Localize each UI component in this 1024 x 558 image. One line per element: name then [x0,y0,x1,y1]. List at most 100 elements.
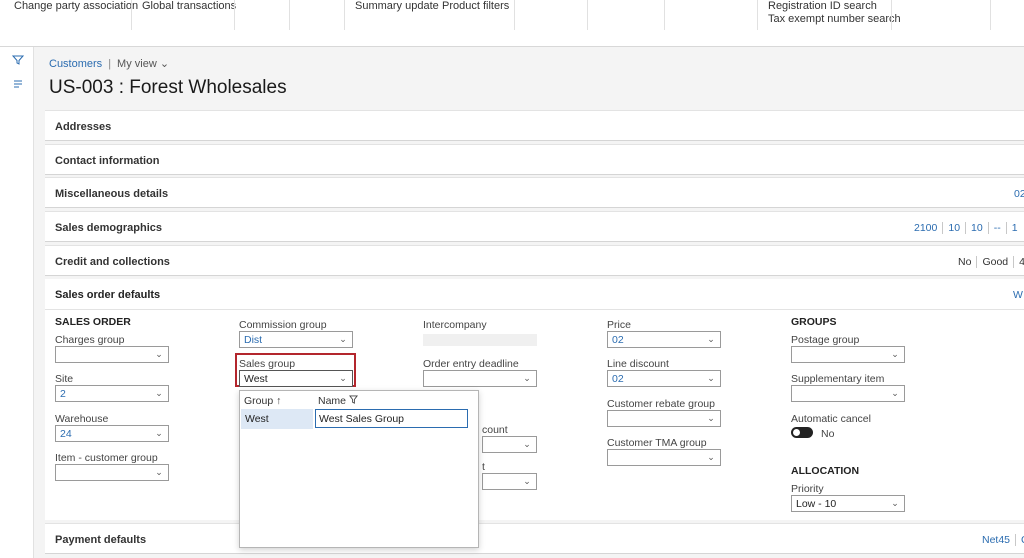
global-transactions-button[interactable]: Global transactions [142,0,236,12]
fasttab-payment-summary: Net45CH [977,534,1024,546]
fasttab-payment-defaults[interactable]: Payment defaults Net45CH [45,523,1024,554]
warehouse-value: 24 [60,428,72,440]
lookup-row[interactable]: West West Sales Group [241,409,477,429]
fasttab-credit-summary: No Good 4 [953,256,1024,268]
page-title: US-003 : Forest Wholesales [49,77,287,98]
line-discount-combo[interactable]: 02 ⌄ [607,370,721,387]
summary-value: 1 [1011,222,1018,234]
allocation-heading: ALLOCATION [791,465,860,477]
chevron-down-icon: ⌄ [707,334,715,344]
order-entry-deadline-combo[interactable]: ⌄ [423,370,537,387]
ribbon-divider [587,0,588,30]
sales-group-label: Sales group [239,358,296,370]
partial-field-label: t [482,461,485,473]
commission-group-value: Dist [244,334,263,346]
fasttab-payment-title: Payment defaults [55,534,147,546]
line-discount-value: 02 [612,373,624,385]
customer-rebate-group-combo[interactable]: ⌄ [607,410,721,427]
fasttab-sales-order-summary: W [1013,289,1023,301]
fasttab-sales-order-defaults-title[interactable]: Sales order defaults [55,289,160,301]
supplementary-item-combo[interactable]: ⌄ [791,385,905,402]
product-filters-button[interactable]: Product filters [442,0,509,12]
chevron-down-icon: ⌄ [707,373,715,383]
warehouse-label: Warehouse [55,413,109,425]
priority-value: Low - 10 [796,498,837,510]
site-value: 2 [60,388,66,400]
view-selector-label: My view [117,58,157,70]
sales-group-value: West [244,373,268,385]
priority-label: Priority [791,483,824,495]
customer-tma-group-combo[interactable]: ⌄ [607,449,721,466]
chevron-down-icon: ⌄ [523,439,531,449]
ribbon-divider [664,0,665,30]
commission-group-label: Commission group [239,319,327,331]
chevron-down-icon: ⌄ [891,388,899,398]
partial-field-combo[interactable]: ⌄ [482,473,537,490]
item-customer-group-combo[interactable]: ⌄ [55,464,169,481]
column-label: Name [318,395,347,407]
partial-field-combo[interactable]: ⌄ [482,436,537,453]
fasttab-sales-demographics[interactable]: Sales demographics 2100 10 10 -- 1 [45,211,1024,242]
fasttab-contact-information[interactable]: Contact information [45,144,1024,175]
lookup-column-group[interactable]: Group ↑ [244,395,281,407]
action-ribbon: Change party association Global transact… [0,0,1024,47]
site-combo[interactable]: 2 ⌄ [55,385,169,402]
customer-rebate-group-label: Customer rebate group [607,398,715,410]
order-entry-deadline-label: Order entry deadline [423,358,519,370]
registration-id-search-button[interactable]: Registration ID search [768,0,877,12]
postage-group-label: Postage group [791,334,860,346]
ribbon-divider [234,0,235,30]
fasttab-credit-and-collections[interactable]: Credit and collections No Good 4 [45,245,1024,276]
summary-value: No [953,256,978,268]
fasttab-demographics-summary: 2100 10 10 -- 1 [909,222,1023,234]
ribbon-divider [514,0,515,30]
automatic-cancel-toggle[interactable] [791,427,813,438]
warehouse-combo[interactable]: 24 ⌄ [55,425,169,442]
filter-icon[interactable] [11,54,25,66]
breadcrumb-customers-link[interactable]: Customers [49,58,102,70]
column-label: Group [244,395,274,407]
fasttab-credit-title: Credit and collections [55,256,170,268]
ribbon-divider [131,0,132,30]
lookup-cell-name: West Sales Group [315,409,468,428]
intercompany-label: Intercompany [423,319,487,331]
tax-exempt-number-search-button[interactable]: Tax exempt number search [768,13,901,25]
summary-value: CH [1016,534,1024,546]
list-icon[interactable] [12,78,24,90]
chevron-down-icon: ⌄ [155,467,163,477]
divider [45,309,1024,310]
priority-combo[interactable]: Low - 10 ⌄ [791,495,905,512]
charges-group-combo[interactable]: ⌄ [55,346,169,363]
partial-field-label: count [482,424,508,436]
filter-icon [348,395,358,407]
chevron-down-icon: ⌄ [523,476,531,486]
lookup-group-value: West [245,413,269,425]
chevron-down-icon: ⌄ [891,498,899,508]
supplementary-item-label: Supplementary item [791,373,885,385]
fasttab-sales-order-defaults: Sales order defaults W SALES ORDER Charg… [45,279,1024,520]
ribbon-divider [990,0,991,30]
ribbon-divider [891,0,892,30]
fasttab-miscellaneous-details[interactable]: Miscellaneous details 02 [45,177,1024,208]
view-selector[interactable]: My view ⌄ [117,58,169,70]
intercompany-readonly-field [423,334,537,346]
summary-value: 4 [1019,256,1024,268]
lookup-column-name[interactable]: Name [318,395,358,407]
sales-group-combo[interactable]: West ⌄ [239,370,353,387]
price-combo[interactable]: 02 ⌄ [607,331,721,348]
chevron-down-icon: ⌄ [707,452,715,462]
charges-group-label: Charges group [55,334,125,346]
summary-update-button[interactable]: Summary update [355,0,439,12]
chevron-down-icon: ⌄ [339,334,347,344]
breadcrumb: Customers | My view ⌄ [49,57,169,70]
automatic-cancel-label: Automatic cancel [791,413,871,425]
chevron-down-icon: ⌄ [523,373,531,383]
customer-tma-group-label: Customer TMA group [607,437,707,449]
commission-group-combo[interactable]: Dist ⌄ [239,331,353,348]
postage-group-combo[interactable]: ⌄ [791,346,905,363]
lookup-name-value: West Sales Group [319,413,405,425]
groups-heading: GROUPS [791,316,837,328]
fasttab-addresses[interactable]: Addresses [45,110,1024,141]
change-party-association-button[interactable]: Change party association [14,0,138,12]
ribbon-divider [344,0,345,30]
